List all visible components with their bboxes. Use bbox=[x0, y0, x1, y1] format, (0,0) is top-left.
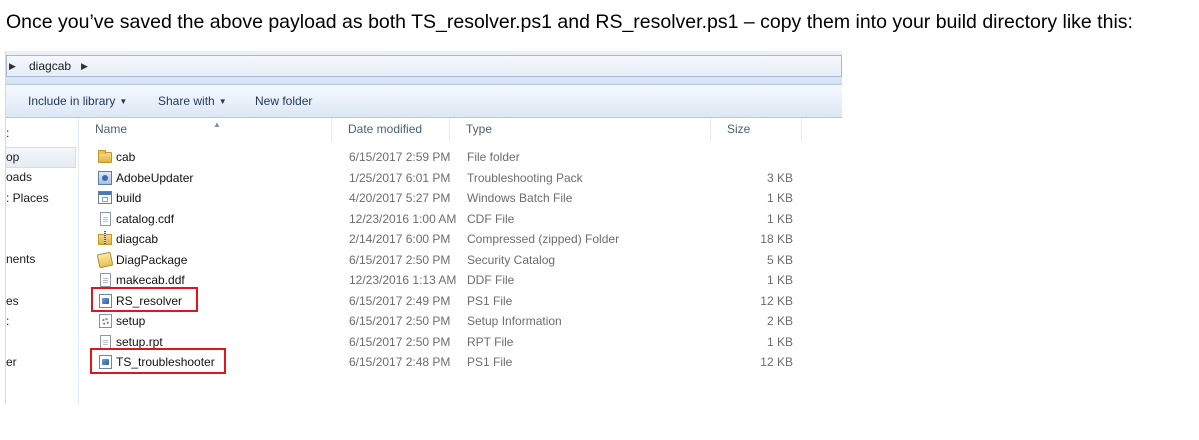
breadcrumb-chevron-icon[interactable]: ▶ bbox=[81, 56, 88, 76]
file-name: diagcab bbox=[116, 232, 159, 246]
share-with-button[interactable]: Share with ▼ bbox=[158, 93, 227, 110]
file-date: 12/23/2016 1:13 AM bbox=[349, 273, 457, 287]
file-row[interactable]: TS_troubleshooter 6/15/2017 2:48 PM PS1 … bbox=[79, 352, 842, 372]
explorer-window: ▶ diagcab ▶ Include in library ▼ Share wi… bbox=[5, 51, 842, 404]
file-type: CDF File bbox=[467, 211, 515, 226]
file-date: 6/15/2017 2:48 PM bbox=[349, 355, 451, 369]
file-name: setup.rpt bbox=[116, 334, 163, 349]
zip-folder-icon bbox=[98, 231, 112, 245]
include-in-library-label: Include in library bbox=[28, 94, 116, 108]
new-folder-button[interactable]: New folder bbox=[255, 93, 312, 109]
folder-icon bbox=[98, 150, 112, 163]
file-type: DDF File bbox=[467, 273, 515, 287]
file-date: 6/15/2017 2:50 PM bbox=[349, 334, 451, 349]
nav-item[interactable]: : Places bbox=[6, 189, 76, 208]
command-bar: Include in library ▼ Share with ▼ New fold… bbox=[6, 85, 842, 118]
include-in-library-button[interactable]: Include in library ▼ bbox=[28, 93, 127, 110]
file-date: 6/15/2017 2:59 PM bbox=[349, 150, 451, 164]
file-name: AdobeUpdater bbox=[116, 170, 194, 185]
file-name: DiagPackage bbox=[116, 252, 188, 267]
intro-paragraph: Once you’ve saved the above payload as b… bbox=[6, 11, 1133, 33]
navigation-pane: : op oads : Places nents es : er bbox=[6, 118, 79, 404]
nav-item[interactable]: : bbox=[6, 124, 76, 143]
batch-file-icon bbox=[98, 191, 112, 204]
file-type: Windows Batch File bbox=[467, 191, 573, 205]
file-size: 18 KB bbox=[760, 232, 793, 246]
file-name: TS_troubleshooter bbox=[116, 355, 215, 369]
file-row[interactable]: build 4/20/2017 5:27 PM Windows Batch Fi… bbox=[79, 188, 842, 208]
file-row[interactable]: AdobeUpdater 1/25/2017 6:01 PM Troublesh… bbox=[79, 168, 842, 188]
file-type: RPT File bbox=[467, 334, 514, 349]
file-size: 12 KB bbox=[760, 355, 793, 369]
ps1-file-icon bbox=[99, 293, 112, 308]
file-row[interactable]: diagcab 2/14/2017 6:00 PM Compressed (zi… bbox=[79, 229, 842, 249]
column-header-name[interactable]: Name ▲ bbox=[79, 118, 332, 141]
file-size: 3 KB bbox=[766, 170, 793, 185]
breadcrumb-arrow-icon[interactable]: ▶ bbox=[9, 56, 16, 76]
nav-item[interactable]: oads bbox=[6, 168, 76, 187]
file-size: 5 KB bbox=[766, 252, 793, 267]
file-date: 6/15/2017 2:49 PM bbox=[349, 293, 451, 308]
file-name: setup bbox=[116, 314, 146, 328]
dropdown-caret-icon: ▼ bbox=[119, 97, 128, 106]
column-header-label: Name bbox=[95, 122, 128, 136]
file-row[interactable]: setup.rpt 6/15/2017 2:50 PM RPT File 1 K… bbox=[79, 332, 842, 352]
file-name: RS_resolver bbox=[116, 293, 183, 308]
file-date: 12/23/2016 1:00 AM bbox=[349, 211, 457, 226]
document-icon bbox=[100, 334, 111, 349]
file-type: Compressed (zipped) Folder bbox=[467, 232, 620, 246]
file-row[interactable]: catalog.cdf 12/23/2016 1:00 AM CDF File … bbox=[79, 209, 842, 229]
file-type: Setup Information bbox=[467, 314, 562, 328]
column-header-type[interactable]: Type bbox=[450, 118, 711, 141]
nav-item[interactable]: er bbox=[6, 353, 76, 372]
document-icon bbox=[100, 273, 111, 287]
file-size: 1 KB bbox=[766, 211, 793, 226]
file-size: 1 KB bbox=[766, 334, 793, 349]
file-name: cab bbox=[116, 150, 136, 164]
security-catalog-icon bbox=[96, 251, 114, 268]
file-type: PS1 File bbox=[467, 293, 513, 308]
file-row[interactable]: setup 6/15/2017 2:50 PM Setup Informatio… bbox=[79, 311, 842, 331]
file-size: 12 KB bbox=[760, 293, 793, 308]
file-date: 1/25/2017 6:01 PM bbox=[349, 170, 451, 185]
file-size: 1 KB bbox=[766, 191, 793, 205]
file-name: catalog.cdf bbox=[116, 211, 175, 226]
address-field[interactable]: ▶ diagcab ▶ bbox=[6, 55, 842, 77]
document-icon bbox=[100, 211, 111, 226]
dropdown-caret-icon: ▼ bbox=[218, 97, 227, 106]
file-row[interactable]: DiagPackage 6/15/2017 2:50 PM Security C… bbox=[79, 250, 842, 270]
nav-item[interactable]: : bbox=[6, 312, 76, 331]
file-date: 4/20/2017 5:27 PM bbox=[349, 191, 451, 205]
file-type: File folder bbox=[467, 150, 520, 164]
file-date: 6/15/2017 2:50 PM bbox=[349, 252, 451, 267]
file-row[interactable]: cab 6/15/2017 2:59 PM File folder bbox=[79, 147, 842, 167]
file-date: 6/15/2017 2:50 PM bbox=[349, 314, 451, 328]
column-header-size[interactable]: Size bbox=[711, 118, 802, 141]
file-type: PS1 File bbox=[467, 355, 513, 369]
nav-item[interactable]: es bbox=[6, 292, 76, 311]
address-bar: ▶ diagcab ▶ bbox=[6, 51, 842, 85]
share-with-label: Share with bbox=[158, 94, 215, 108]
nav-item[interactable]: op bbox=[6, 147, 76, 168]
file-type: Troubleshooting Pack bbox=[467, 170, 583, 185]
file-date: 2/14/2017 6:00 PM bbox=[349, 232, 451, 246]
breadcrumb-folder[interactable]: diagcab bbox=[29, 56, 71, 76]
ps1-file-icon bbox=[99, 355, 112, 369]
file-size: 2 KB bbox=[766, 314, 793, 328]
nav-item[interactable]: nents bbox=[6, 250, 76, 269]
sort-ascending-icon: ▲ bbox=[213, 120, 221, 129]
file-name: makecab.ddf bbox=[116, 273, 185, 287]
file-type: Security Catalog bbox=[467, 252, 556, 267]
column-header-date[interactable]: Date modified bbox=[332, 118, 450, 141]
file-row[interactable]: makecab.ddf 12/23/2016 1:13 AM DDF File … bbox=[79, 270, 842, 290]
troubleshooting-pack-icon bbox=[98, 170, 112, 185]
file-size: 1 KB bbox=[766, 273, 793, 287]
setup-info-icon bbox=[99, 314, 112, 328]
file-row[interactable]: RS_resolver 6/15/2017 2:49 PM PS1 File 1… bbox=[79, 291, 842, 311]
column-headers: Name ▲ Date modified Type Size bbox=[79, 118, 842, 141]
file-name: build bbox=[116, 191, 142, 205]
